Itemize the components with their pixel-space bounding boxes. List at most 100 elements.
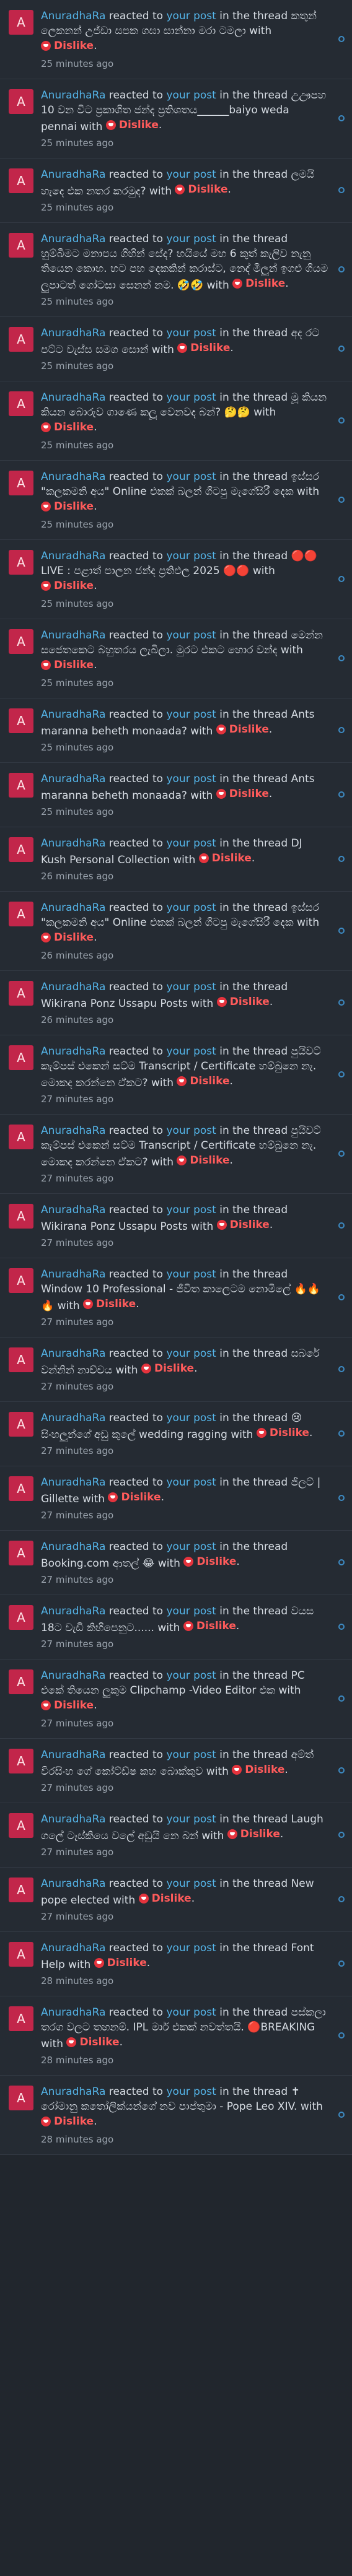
alert-item[interactable]: A AnuradhaRa reacted to your post in the… xyxy=(0,698,352,763)
avatar[interactable]: A xyxy=(9,1412,33,1437)
username-link[interactable]: AnuradhaRa xyxy=(41,168,105,181)
mark-read-toggle[interactable] xyxy=(338,1222,345,1229)
mark-read-toggle[interactable] xyxy=(338,1150,345,1157)
username-link[interactable]: AnuradhaRa xyxy=(41,2006,105,2019)
mark-read-toggle[interactable] xyxy=(338,1494,345,1501)
mark-read-toggle[interactable] xyxy=(338,345,345,352)
post-link[interactable]: your post xyxy=(166,233,216,245)
avatar[interactable]: A xyxy=(9,471,33,495)
alert-item[interactable]: A AnuradhaRa reacted to your post in the… xyxy=(0,1035,352,1115)
mark-read-toggle[interactable] xyxy=(338,1430,345,1437)
post-link[interactable]: your post xyxy=(166,1541,216,1553)
post-link[interactable]: your post xyxy=(166,168,216,181)
username-link[interactable]: AnuradhaRa xyxy=(41,1541,105,1553)
alert-item[interactable]: A AnuradhaRa reacted to your post in the… xyxy=(0,1115,352,1194)
alert-item[interactable]: A AnuradhaRa reacted to your post in the… xyxy=(0,461,352,540)
mark-read-toggle[interactable] xyxy=(338,575,345,582)
mark-read-toggle[interactable] xyxy=(338,927,345,934)
avatar[interactable]: A xyxy=(9,708,33,733)
post-link[interactable]: your post xyxy=(166,1669,216,1682)
username-link[interactable]: AnuradhaRa xyxy=(41,1749,105,1761)
username-link[interactable]: AnuradhaRa xyxy=(41,1347,105,1360)
post-link[interactable]: your post xyxy=(166,1125,216,1137)
post-link[interactable]: your post xyxy=(166,981,216,993)
avatar[interactable]: A xyxy=(9,1749,33,1773)
post-link[interactable]: your post xyxy=(166,773,216,785)
username-link[interactable]: AnuradhaRa xyxy=(41,1605,105,1617)
mark-read-toggle[interactable] xyxy=(338,1960,345,1967)
alert-item[interactable]: A AnuradhaRa reacted to your post in the… xyxy=(0,1868,352,1932)
alert-item[interactable]: A AnuradhaRa reacted to your post in the… xyxy=(0,763,352,827)
username-link[interactable]: AnuradhaRa xyxy=(41,708,105,721)
mark-read-toggle[interactable] xyxy=(338,791,345,798)
mark-read-toggle[interactable] xyxy=(338,1623,345,1630)
avatar[interactable]: A xyxy=(9,1942,33,1967)
avatar[interactable]: A xyxy=(9,1045,33,1070)
mark-read-toggle[interactable] xyxy=(338,115,345,121)
avatar[interactable]: A xyxy=(9,773,33,798)
mark-read-toggle[interactable] xyxy=(338,655,345,661)
username-link[interactable]: AnuradhaRa xyxy=(41,773,105,785)
avatar[interactable]: A xyxy=(9,168,33,193)
avatar[interactable]: A xyxy=(9,1204,33,1229)
alert-item[interactable]: A AnuradhaRa reacted to your post in the… xyxy=(0,0,352,79)
alert-item[interactable]: A AnuradhaRa reacted to your post in the… xyxy=(0,892,352,971)
post-link[interactable]: your post xyxy=(166,1878,216,1890)
mark-read-toggle[interactable] xyxy=(338,1767,345,1773)
alert-item[interactable]: A AnuradhaRa reacted to your post in the… xyxy=(0,1466,352,1531)
alert-item[interactable]: A AnuradhaRa reacted to your post in the… xyxy=(0,1194,352,1258)
avatar[interactable]: A xyxy=(9,327,33,352)
avatar[interactable]: A xyxy=(9,1268,33,1293)
post-link[interactable]: your post xyxy=(166,1204,216,1216)
avatar[interactable]: A xyxy=(9,10,33,35)
mark-read-toggle[interactable] xyxy=(338,1559,345,1565)
mark-read-toggle[interactable] xyxy=(338,496,345,503)
mark-read-toggle[interactable] xyxy=(338,1071,345,1077)
post-link[interactable]: your post xyxy=(166,1605,216,1617)
username-link[interactable]: AnuradhaRa xyxy=(41,233,105,245)
post-link[interactable]: your post xyxy=(166,708,216,721)
mark-read-toggle[interactable] xyxy=(338,1695,345,1702)
mark-read-toggle[interactable] xyxy=(338,1294,345,1300)
username-link[interactable]: AnuradhaRa xyxy=(41,902,105,914)
username-link[interactable]: AnuradhaRa xyxy=(41,1669,105,1682)
avatar[interactable]: A xyxy=(9,1669,33,1694)
mark-read-toggle[interactable] xyxy=(338,855,345,862)
post-link[interactable]: your post xyxy=(166,1268,216,1281)
alert-item[interactable]: A AnuradhaRa reacted to your post in the… xyxy=(0,827,352,892)
avatar[interactable]: A xyxy=(9,2006,33,2031)
username-link[interactable]: AnuradhaRa xyxy=(41,10,105,22)
post-link[interactable]: your post xyxy=(166,1942,216,1954)
alert-item[interactable]: A AnuradhaRa reacted to your post in the… xyxy=(0,1739,352,1803)
alert-item[interactable]: A AnuradhaRa reacted to your post in the… xyxy=(0,223,352,317)
username-link[interactable]: AnuradhaRa xyxy=(41,1268,105,1281)
alert-item[interactable]: A AnuradhaRa reacted to your post in the… xyxy=(0,1803,352,1868)
post-link[interactable]: your post xyxy=(166,902,216,914)
mark-read-toggle[interactable] xyxy=(338,186,345,193)
avatar[interactable]: A xyxy=(9,837,33,862)
post-link[interactable]: your post xyxy=(166,10,216,22)
avatar[interactable]: A xyxy=(9,1605,33,1630)
mark-read-toggle[interactable] xyxy=(338,1895,345,1902)
alert-item[interactable]: A AnuradhaRa reacted to your post in the… xyxy=(0,1258,352,1338)
post-link[interactable]: your post xyxy=(166,837,216,850)
username-link[interactable]: AnuradhaRa xyxy=(41,391,105,404)
alert-item[interactable]: A AnuradhaRa reacted to your post in the… xyxy=(0,1338,352,1402)
mark-read-toggle[interactable] xyxy=(338,726,345,733)
username-link[interactable]: AnuradhaRa xyxy=(41,1125,105,1137)
mark-read-toggle[interactable] xyxy=(338,266,345,272)
alert-item[interactable]: A AnuradhaRa reacted to your post in the… xyxy=(0,2076,352,2155)
avatar[interactable]: A xyxy=(9,89,33,114)
post-link[interactable]: your post xyxy=(166,1476,216,1489)
alert-item[interactable]: A AnuradhaRa reacted to your post in the… xyxy=(0,1932,352,1996)
post-link[interactable]: your post xyxy=(166,2006,216,2019)
alert-item[interactable]: A AnuradhaRa reacted to your post in the… xyxy=(0,619,352,698)
post-link[interactable]: your post xyxy=(166,471,216,483)
post-link[interactable]: your post xyxy=(166,1347,216,1360)
mark-read-toggle[interactable] xyxy=(338,417,345,424)
alert-item[interactable]: A AnuradhaRa reacted to your post in the… xyxy=(0,1402,352,1466)
username-link[interactable]: AnuradhaRa xyxy=(41,1412,105,1424)
username-link[interactable]: AnuradhaRa xyxy=(41,837,105,850)
post-link[interactable]: your post xyxy=(166,89,216,102)
username-link[interactable]: AnuradhaRa xyxy=(41,1476,105,1489)
